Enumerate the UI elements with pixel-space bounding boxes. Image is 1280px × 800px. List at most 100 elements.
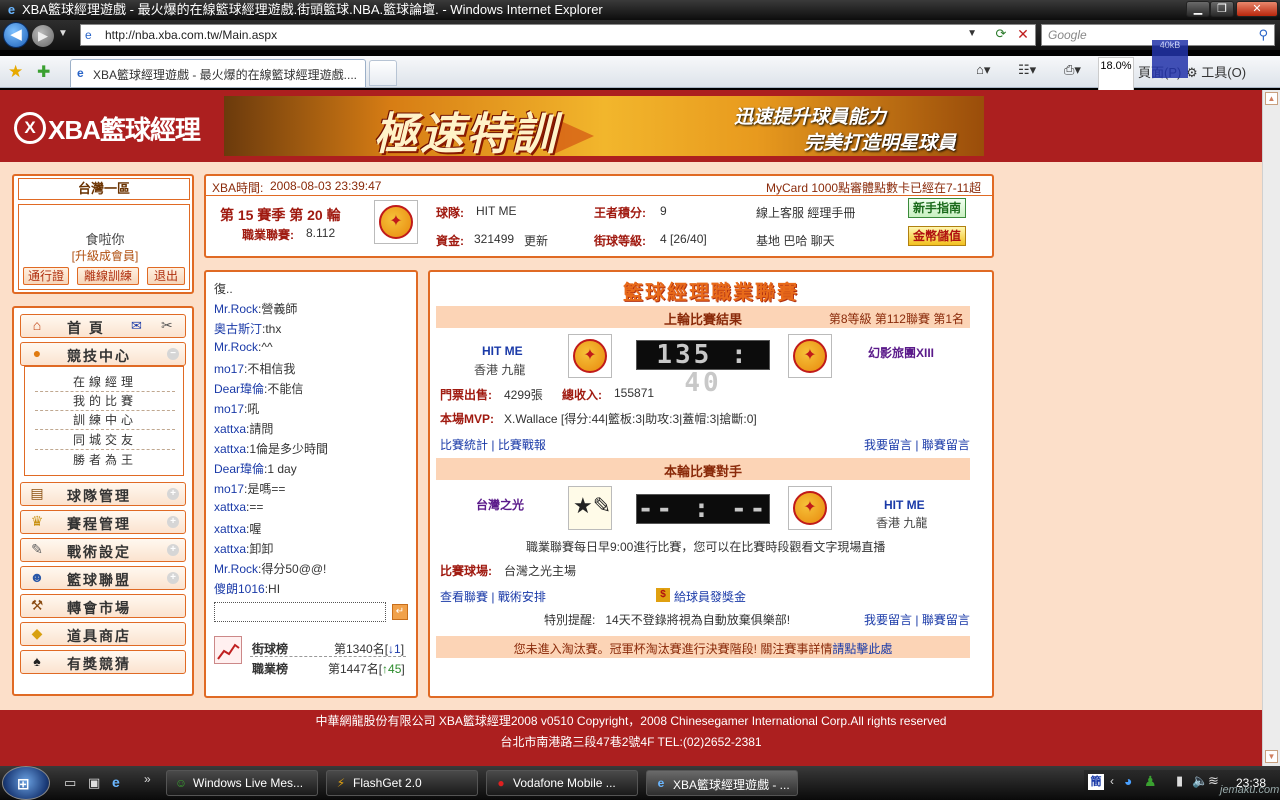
chat-user[interactable]: 傻朗1016 — [214, 582, 265, 596]
view-league-link[interactable]: 查看聯賽 — [440, 590, 488, 604]
away-team-logo[interactable]: ✦ — [788, 334, 832, 378]
league-comment-link-2[interactable]: 聯賽留言 — [922, 613, 970, 627]
chat-user[interactable]: Dear瑋倫 — [214, 462, 264, 476]
ie-quicklaunch-icon[interactable]: e — [112, 774, 120, 790]
address-bar[interactable]: e http://nba.xba.com.tw/Main.aspx ▼ ⟳ ✕ — [80, 24, 1036, 46]
new-tab-button[interactable] — [369, 60, 397, 86]
logout-button[interactable]: 退出 — [147, 267, 185, 285]
menu-home[interactable]: ⌂ 首 頁 ✉ ✂ — [20, 314, 186, 338]
chat-user[interactable]: xattxa — [214, 442, 246, 456]
address-input[interactable]: http://nba.xba.com.tw/Main.aspx — [105, 28, 277, 42]
menu-schedule[interactable]: ♛ 賽程管理 + — [20, 510, 186, 534]
scroll-down-icon[interactable]: ▼ — [1265, 750, 1278, 763]
print-icon[interactable]: ⎙▾ — [1064, 62, 1081, 78]
submenu-online[interactable]: 在線經理 — [35, 373, 175, 392]
bonus-link[interactable]: 給球員發獎金 — [674, 588, 746, 605]
ime-icon[interactable]: 簡 — [1088, 774, 1104, 790]
chat-user[interactable]: mo17 — [214, 482, 244, 496]
menu-arena[interactable]: ● 競技中心 − — [20, 342, 186, 366]
maximize-button[interactable]: ❐ — [1210, 1, 1234, 17]
chat-user[interactable]: xattxa — [214, 522, 246, 536]
pro-rank-label[interactable]: 職業榜 — [252, 660, 288, 677]
expand-icon[interactable]: + — [167, 488, 179, 500]
expand-icon[interactable]: + — [167, 544, 179, 556]
chat-send-button[interactable]: ↵ — [392, 604, 408, 620]
tab-xba[interactable]: e XBA籃球經理遊戲 - 最火爆的在線籃球經理遊戲.... — [70, 59, 366, 87]
search-icon[interactable]: ⚲ — [1258, 27, 1268, 43]
service-links[interactable]: 線上客服 經理手冊 — [756, 204, 855, 221]
switch-windows-icon[interactable]: ▣ — [88, 775, 100, 791]
add-favorites-icon[interactable]: ✚ — [37, 62, 50, 82]
close-button[interactable]: ✕ — [1236, 1, 1278, 17]
favorites-star-icon[interactable]: ★ — [8, 62, 23, 82]
chat-user[interactable]: Mr.Rock — [214, 562, 258, 576]
promo-banner[interactable]: 極速特訓 迅速提升球員能力 完美打造明星球員 — [224, 96, 984, 156]
submenu-winner[interactable]: 勝者為王 — [35, 451, 175, 470]
chat-user[interactable]: Dear瑋倫 — [214, 382, 264, 396]
chat-input[interactable] — [214, 602, 386, 622]
collapse-icon[interactable]: − — [167, 348, 179, 360]
messenger-tray-icon[interactable]: ♟ — [1144, 773, 1157, 790]
menu-tactics[interactable]: ✎ 戰術設定 + — [20, 538, 186, 562]
logo-mark[interactable]: X — [14, 112, 46, 144]
chat-user[interactable]: mo17 — [214, 402, 244, 416]
community-links[interactable]: 基地 巴哈 聊天 — [756, 232, 835, 249]
my-team-logo[interactable]: ✦ — [788, 486, 832, 530]
my-comment-link[interactable]: 我要留言 — [864, 438, 912, 452]
search-input[interactable]: Google — [1048, 28, 1087, 42]
street-rank-label[interactable]: 街球榜 — [252, 640, 288, 657]
chat-user[interactable]: xattxa — [214, 422, 246, 436]
league-comment-link[interactable]: 聯賽留言 — [922, 438, 970, 452]
address-dropdown-icon[interactable]: ▼ — [967, 28, 977, 39]
forward-button[interactable]: ▶ — [32, 25, 54, 47]
logo-text[interactable]: XBA籃球經理 — [48, 110, 201, 147]
last-score[interactable]: 135 : 40 — [636, 340, 770, 397]
task-xba[interactable]: e XBA籃球經理遊戲 - ... — [646, 770, 798, 796]
history-dropdown-icon[interactable]: ▼ — [58, 28, 68, 39]
tray-expand-icon[interactable]: ‹ — [1110, 774, 1114, 788]
back-button[interactable]: ◀ — [3, 22, 29, 48]
more-quicklaunch-icon[interactable]: » — [144, 772, 151, 786]
guide-button[interactable]: 新手指南 — [908, 198, 966, 218]
task-messenger[interactable]: ☺ Windows Live Mes... — [166, 770, 318, 796]
feeds-icon[interactable]: ☷▾ — [1018, 62, 1036, 78]
my-team-name[interactable]: HIT ME — [884, 498, 925, 512]
home-icon-cmd[interactable]: ⌂▾ — [976, 62, 990, 78]
chat-user[interactable]: 奧古斯汀 — [214, 322, 262, 336]
tactics-link[interactable]: 戰術安排 — [498, 590, 546, 604]
task-vodafone[interactable]: ● Vodafone Mobile ... — [486, 770, 638, 796]
passport-button[interactable]: 通行證 — [23, 267, 69, 285]
scroll-up-icon[interactable]: ▲ — [1265, 92, 1278, 105]
tools-icon[interactable]: ✂ — [161, 317, 173, 334]
away-team-name[interactable]: 幻影旅團XIII — [868, 344, 934, 361]
menu-team[interactable]: ▤ 球隊管理 + — [20, 482, 186, 506]
task-flashget[interactable]: ⚡ FlashGet 2.0 — [326, 770, 478, 796]
team-logo[interactable]: ✦ — [374, 200, 418, 244]
menu-league[interactable]: ☻ 籃球聯盟 + — [20, 566, 186, 590]
tools-menu[interactable]: ⚙ 工具(O) — [1186, 62, 1246, 81]
expand-icon[interactable]: + — [167, 572, 179, 584]
chat-user[interactable]: mo17 — [214, 362, 244, 376]
network-tray-icon[interactable]: ◕ — [1124, 773, 1132, 789]
expand-icon[interactable]: + — [167, 516, 179, 528]
home-team-name[interactable]: HIT ME — [482, 344, 523, 358]
my-comment-link-2[interactable]: 我要留言 — [864, 613, 912, 627]
menu-quiz[interactable]: ♠ 有獎競猜 — [20, 650, 186, 674]
start-button[interactable]: ⊞ — [2, 766, 50, 800]
cup-notice-link[interactable]: 請點擊此處 — [832, 642, 892, 656]
upgrade-link[interactable]: [升級成會員] — [19, 247, 191, 264]
match-stats-link[interactable]: 比賽統計 — [440, 438, 488, 452]
chat-user[interactable]: xattxa — [214, 500, 246, 514]
refresh-icon[interactable]: ⟳ — [991, 26, 1011, 44]
submenu-training[interactable]: 訓練中心 — [35, 411, 175, 430]
home-team-logo[interactable]: ✦ — [568, 334, 612, 378]
opponent-logo[interactable]: ★✎ — [568, 486, 612, 530]
mail-icon[interactable]: ✉ — [131, 318, 142, 334]
show-desktop-icon[interactable]: ▭ — [64, 775, 76, 791]
chat-user[interactable]: Mr.Rock — [214, 302, 258, 316]
opponent-name[interactable]: 台灣之光 — [476, 496, 524, 513]
menu-shop[interactable]: ◆ 道具商店 — [20, 622, 186, 646]
submenu-my-games[interactable]: 我的比賽 — [35, 392, 175, 411]
battery-icon[interactable]: ▮ — [1176, 773, 1183, 789]
topup-button[interactable]: 金幣儲值 — [908, 226, 966, 246]
